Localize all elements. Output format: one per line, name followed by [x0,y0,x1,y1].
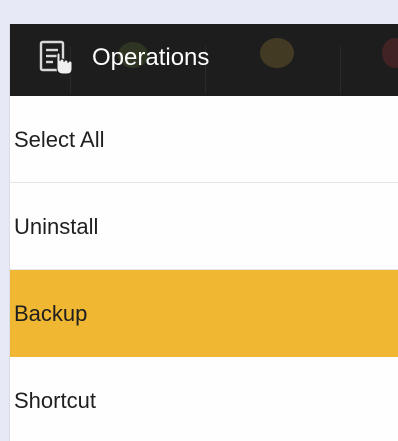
dialog-title: Operations [92,44,210,71]
screen-backdrop: Operations Select All Uninstall Backup S… [0,0,398,441]
operations-menu-list: Select All Uninstall Backup Shortcut [10,96,398,441]
menu-item-shortcut[interactable]: Shortcut [10,357,398,441]
dialog-header: Operations [10,24,398,96]
operations-menu-dialog: Operations Select All Uninstall Backup S… [10,24,398,441]
menu-item-backup[interactable]: Backup [10,270,398,357]
background-tab-icon [260,38,294,68]
background-divider [340,46,341,94]
operations-list-icon [39,40,73,75]
menu-item-select-all[interactable]: Select All [10,96,398,183]
background-tab-icon [382,38,398,68]
menu-item-uninstall[interactable]: Uninstall [10,183,398,270]
